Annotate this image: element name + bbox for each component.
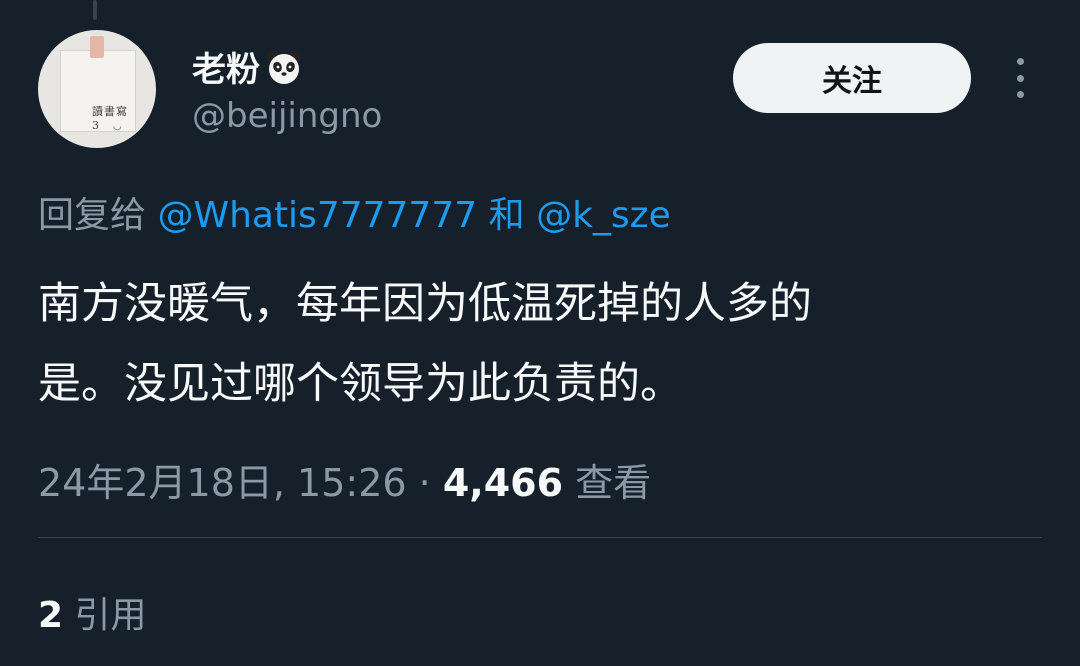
avatar-paper-clip	[90, 36, 104, 58]
tweet-text-line: 是。没见过哪个领导为此负责的。	[38, 359, 683, 409]
panda-emoji-icon	[267, 49, 301, 84]
avatar-smile: ◡	[113, 121, 122, 132]
meta-separator: ·	[418, 461, 431, 505]
reply-to-line: 回复给 @Whatis7777777 和 @k_sze	[38, 186, 671, 238]
follow-button[interactable]: 关注	[733, 43, 971, 113]
more-dot	[1016, 91, 1024, 98]
reply-prefix: 回复给	[38, 195, 147, 236]
view-count-label: 查看	[575, 461, 652, 505]
tweet-text-line: 南方没暖气，每年因为低温死掉的人多的	[38, 279, 812, 329]
tweet-meta: 24年2月18日, 15:26 · 4,466 查看	[38, 452, 651, 507]
quote-label: 引用	[74, 595, 147, 636]
timestamp-link[interactable]: 24年2月18日, 15:26	[38, 461, 407, 505]
divider	[38, 537, 1042, 538]
thread-connector-line	[93, 0, 97, 20]
quotes-link[interactable]: 2 引用	[38, 586, 147, 638]
more-options-icon[interactable]	[1010, 58, 1030, 98]
avatar[interactable]: 讀書寫3 ◡	[38, 30, 156, 148]
view-count: 4,466	[442, 461, 564, 505]
tweet-text: 南方没暖气，每年因为低温死掉的人多的 是。没见过哪个领导为此负责的。	[38, 264, 1038, 424]
more-dot	[1016, 74, 1024, 82]
quote-count: 2	[38, 595, 64, 636]
mention-link-k-sze[interactable]: @k_sze	[536, 195, 671, 236]
display-name-text: 老粉	[192, 50, 260, 90]
user-handle[interactable]: @beijingno	[192, 96, 382, 136]
reply-conjunction: 和	[488, 195, 525, 236]
avatar-image: 讀書寫3 ◡	[60, 50, 156, 148]
display-name[interactable]: 老粉	[192, 42, 304, 91]
avatar-stamp	[143, 135, 156, 148]
more-dot	[1016, 58, 1024, 65]
mention-link-whatis[interactable]: @Whatis7777777	[157, 195, 477, 236]
